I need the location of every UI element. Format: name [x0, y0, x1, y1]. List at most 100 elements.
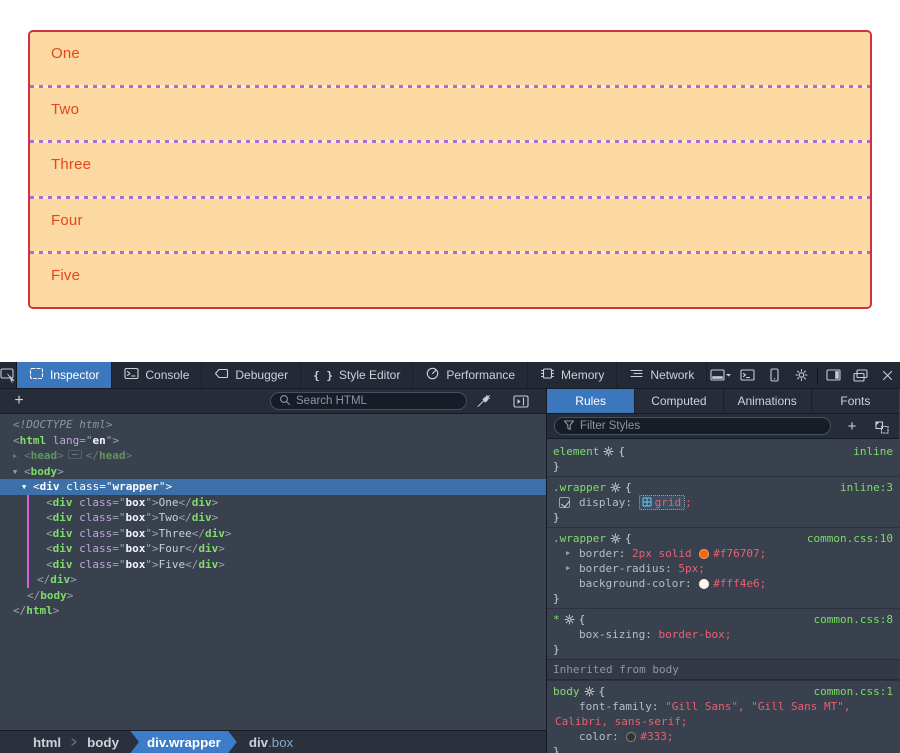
add-rule-icon[interactable]: + — [840, 416, 864, 437]
breadcrumb-caret-icon — [70, 737, 78, 747]
sidebar-tab-fonts[interactable]: Fonts — [812, 389, 899, 413]
expand-declaration-icon[interactable]: ▶ — [566, 546, 570, 561]
close-icon[interactable] — [874, 362, 900, 389]
grid-box: Five — [30, 254, 870, 307]
breadcrumb-item-div.wrapper[interactable]: div.wrapper — [130, 731, 237, 753]
grid-box-label: One — [51, 45, 80, 62]
markup-node-row[interactable]: </html> — [0, 603, 546, 619]
expand-declaration-icon[interactable]: ▶ — [566, 561, 570, 576]
declaration-checkbox[interactable] — [559, 497, 570, 508]
markup-node-row[interactable]: <!DOCTYPE html> — [0, 417, 546, 433]
debugger-icon — [214, 367, 229, 383]
responsive-mode-icon[interactable] — [761, 362, 788, 389]
css-declaration[interactable]: ▶border: 2px solid #f76707; — [553, 546, 893, 561]
markup-view: <!DOCTYPE html><html lang="en">▶<head></… — [0, 414, 546, 730]
dock-side-icon[interactable] — [820, 362, 847, 389]
rule-selector[interactable]: .wrapper — [553, 531, 606, 546]
color-swatch[interactable] — [626, 732, 636, 742]
markup-node-row[interactable]: ▼<body> — [0, 464, 546, 480]
three-pane-toggle-icon[interactable] — [510, 391, 532, 412]
grid-wrapper: One Two Three Four Five — [28, 30, 872, 309]
console-icon — [124, 367, 139, 383]
breadcrumb-item-html[interactable]: html — [26, 731, 68, 753]
filter-icon — [563, 419, 575, 434]
rule-selector[interactable]: * — [553, 612, 560, 627]
tab-performance[interactable]: Performance — [413, 362, 528, 388]
markup-node-row[interactable]: <div class="box">Three</div> — [0, 526, 546, 542]
markup-node-row[interactable]: </body> — [0, 588, 546, 604]
grid-box: Three — [30, 143, 870, 196]
network-icon — [629, 367, 644, 383]
rule-selector[interactable]: element — [553, 444, 599, 459]
rule-close-brace: } — [553, 744, 893, 753]
color-swatch[interactable] — [699, 579, 709, 589]
filter-placeholder: Filter Styles — [580, 420, 640, 432]
tab-network[interactable]: Network — [617, 362, 707, 388]
expand-arrow-icon[interactable]: ▶ — [13, 449, 17, 465]
color-swatch[interactable] — [699, 549, 709, 559]
tab-console[interactable]: Console — [112, 362, 202, 388]
markup-node-row[interactable]: <div class="box">Two</div> — [0, 510, 546, 526]
rule-source-link[interactable]: common.css:10 — [807, 531, 893, 546]
expand-arrow-icon[interactable]: ▼ — [22, 480, 26, 496]
split-console-icon[interactable] — [734, 362, 761, 389]
rule-source-link[interactable]: inline — [853, 444, 893, 459]
rule-close-brace: } — [553, 591, 893, 606]
rule-source-link[interactable]: common.css:8 — [814, 612, 893, 627]
add-node-button[interactable]: + — [8, 390, 30, 412]
markup-node-row[interactable]: ▶<head></head> — [0, 448, 546, 464]
tab-style-editor[interactable]: { }Style Editor — [301, 362, 413, 388]
markup-node-row[interactable]: <html lang="en"> — [0, 433, 546, 449]
search-html-input[interactable]: Search HTML — [270, 392, 467, 410]
rule-gear-icon[interactable] — [564, 614, 575, 625]
css-rule: element { inline } — [547, 439, 899, 476]
inherited-header: Inherited from body — [547, 659, 899, 680]
toggle-classes-icon[interactable] — [870, 416, 894, 437]
rule-close-brace: } — [553, 510, 893, 525]
grid-box-label: Five — [51, 267, 80, 284]
markup-node-row[interactable]: <div class="box">Five</div> — [0, 557, 546, 573]
markup-node-row[interactable]: <div class="box">Four</div> — [0, 541, 546, 557]
expand-arrow-icon[interactable]: ▼ — [13, 465, 17, 481]
grid-box: Two — [30, 88, 870, 141]
collapsed-content-badge[interactable] — [68, 450, 82, 459]
css-rule: .wrapper { inline:3 display: grid; } — [547, 476, 899, 527]
markup-node-row[interactable]: <div class="box">One</div> — [0, 495, 546, 511]
rule-gear-icon[interactable] — [603, 446, 614, 457]
breadcrumb-item-body[interactable]: body — [80, 731, 126, 753]
css-declaration[interactable]: color: #333; — [553, 729, 893, 744]
eyedropper-icon[interactable] — [472, 391, 494, 412]
grid-box-label: Four — [51, 212, 83, 229]
css-declaration[interactable]: box-sizing: border-box; — [553, 627, 893, 642]
tab-inspector[interactable]: Inspector — [17, 362, 112, 388]
grid-box-label: Three — [51, 156, 91, 173]
grid-icon — [642, 496, 655, 509]
tab-memory[interactable]: Memory — [528, 362, 617, 388]
dock-bottom-icon[interactable] — [707, 362, 734, 389]
breadcrumb-item-div.box[interactable]: div.box — [237, 731, 300, 753]
sidebar-tab-animations[interactable]: Animations — [724, 389, 812, 413]
rule-gear-icon[interactable] — [610, 482, 621, 493]
tab-debugger[interactable]: Debugger — [202, 362, 301, 388]
sidebar-tab-rules[interactable]: Rules — [547, 389, 635, 413]
rule-gear-icon[interactable] — [610, 533, 621, 544]
rule-source-link[interactable]: common.css:1 — [814, 684, 893, 699]
markup-node-row[interactable]: ▼<div class="wrapper"> — [0, 479, 546, 495]
separate-window-icon[interactable] — [847, 362, 874, 389]
rule-source-link[interactable]: inline:3 — [840, 480, 893, 495]
css-declaration[interactable]: background-color: #fff4e6; — [553, 576, 893, 591]
css-declaration[interactable]: font-family: "Gill Sans", "Gill Sans MT"… — [553, 699, 893, 714]
sidebar-tab-computed[interactable]: Computed — [635, 389, 723, 413]
grid-highlighter-toggle[interactable]: grid — [639, 495, 686, 510]
pick-element-button[interactable] — [0, 362, 17, 388]
rule-selector[interactable]: body — [553, 684, 580, 699]
css-declaration[interactable]: ▶border-radius: 5px; — [553, 561, 893, 576]
css-declaration[interactable]: display: grid; — [553, 495, 893, 510]
rule-gear-icon[interactable] — [584, 686, 595, 697]
filter-styles-input[interactable]: Filter Styles — [554, 417, 831, 435]
performance-icon — [425, 367, 440, 383]
markup-toolbar: + Search HTML — [0, 389, 546, 414]
rule-selector[interactable]: .wrapper — [553, 480, 606, 495]
settings-icon[interactable] — [788, 362, 815, 389]
markup-node-row[interactable]: </div> — [0, 572, 546, 588]
